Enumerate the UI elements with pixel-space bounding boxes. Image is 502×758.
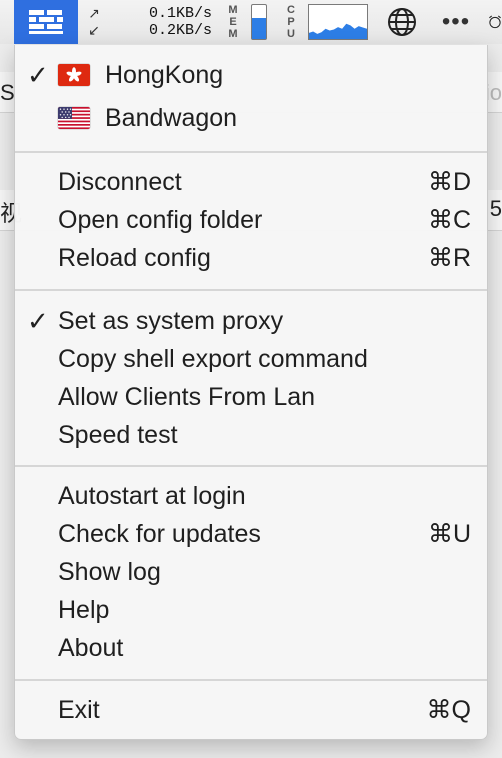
menu-bar: ↗ ↙ 0.1KB/s 0.2KB/s M E M C P U ••• — [0, 0, 502, 45]
network-direction-icons: ↗ ↙ — [86, 0, 102, 44]
menu-item-check-updates[interactable]: Check for updates ⌘U — [15, 515, 487, 553]
menu-item-open-config-folder[interactable]: Open config folder ⌘C — [15, 201, 487, 239]
clashx-status-item[interactable] — [14, 0, 78, 44]
menu-item-label: Reload config — [58, 243, 211, 272]
menu-separator — [15, 289, 487, 291]
menu-item-label: About — [58, 633, 124, 662]
clashx-dropdown-menu: ✓ HongKong Bandwagon Disconnect ⌘D Open … — [14, 45, 488, 740]
menu-item-server-hongkong[interactable]: ✓ HongKong — [15, 56, 487, 94]
menu-item-label: Help — [58, 595, 110, 624]
menu-item-label: Autostart at login — [58, 481, 246, 510]
brick-wall-icon — [29, 10, 63, 34]
checkmark-icon: ✓ — [27, 59, 49, 90]
more-dots-icon: ••• — [441, 8, 471, 35]
shortcut-label: ⌘C — [427, 206, 471, 234]
menu-item-reload-config[interactable]: Reload config ⌘R — [15, 239, 487, 277]
background-text: S — [0, 80, 15, 105]
menu-separator — [15, 151, 487, 153]
shortcut-label: ⌘U — [427, 520, 471, 548]
cpu-history-area — [309, 23, 367, 39]
mem-label: M E M — [228, 4, 238, 40]
menu-item-label: Bandwagon — [105, 103, 238, 132]
menu-item-label: Open config folder — [58, 205, 263, 234]
network-speed-readout[interactable]: 0.1KB/s 0.2KB/s — [140, 0, 212, 44]
hong-kong-flag-icon — [58, 64, 90, 86]
menu-item-label: Check for updates — [58, 519, 261, 548]
menu-item-exit[interactable]: Exit ⌘Q — [15, 691, 487, 729]
menu-item-label: Exit — [58, 695, 100, 724]
shortcut-label: ⌘Q — [426, 696, 471, 724]
menu-item-server-bandwagon[interactable]: Bandwagon — [15, 99, 487, 137]
menu-item-label: Disconnect — [58, 167, 182, 196]
globe-status-item[interactable] — [384, 0, 420, 44]
menu-item-copy-shell-export[interactable]: Copy shell export command — [15, 340, 487, 378]
menu-item-label: HongKong — [105, 60, 224, 89]
menu-item-disconnect[interactable]: Disconnect ⌘D — [15, 163, 487, 201]
menu-item-speed-test[interactable]: Speed test — [15, 416, 487, 454]
cpu-history-graph — [309, 23, 367, 39]
menu-item-about[interactable]: About — [15, 629, 487, 667]
shortcut-label: ⌘D — [427, 168, 471, 196]
download-speed: 0.2KB/s — [148, 22, 212, 39]
shortcut-label: ⌘R — [427, 244, 471, 272]
menu-item-set-system-proxy[interactable]: ✓ Set as system proxy — [15, 302, 487, 340]
menu-item-show-log[interactable]: Show log — [15, 553, 487, 591]
menu-separator — [15, 465, 487, 467]
upload-arrow-icon: ↗ — [88, 5, 100, 21]
memory-gauge[interactable] — [250, 0, 268, 44]
cpu-graph[interactable] — [308, 0, 368, 44]
globe-icon — [388, 8, 416, 36]
download-arrow-icon: ↙ — [88, 22, 100, 38]
menu-item-label: Show log — [58, 557, 161, 586]
memory-gauge-fill — [252, 17, 266, 39]
menu-item-label: Set as system proxy — [58, 306, 284, 335]
alarm-clock-icon[interactable] — [488, 0, 502, 44]
more-status-item[interactable]: ••• — [438, 0, 474, 44]
background-text: 5 — [489, 196, 502, 221]
checkmark-icon: ✓ — [27, 305, 49, 336]
upload-speed: 0.1KB/s — [148, 5, 212, 22]
menu-item-help[interactable]: Help — [15, 591, 487, 629]
menu-item-label: Copy shell export command — [58, 344, 368, 373]
menu-item-label: Allow Clients From Lan — [58, 382, 316, 411]
menu-separator — [15, 679, 487, 681]
menu-item-label: Speed test — [58, 420, 178, 449]
menu-item-autostart[interactable]: Autostart at login — [15, 477, 487, 515]
cpu-label: C P U — [287, 4, 295, 40]
menu-item-allow-clients-lan[interactable]: Allow Clients From Lan — [15, 378, 487, 416]
us-flag-icon — [58, 107, 90, 129]
